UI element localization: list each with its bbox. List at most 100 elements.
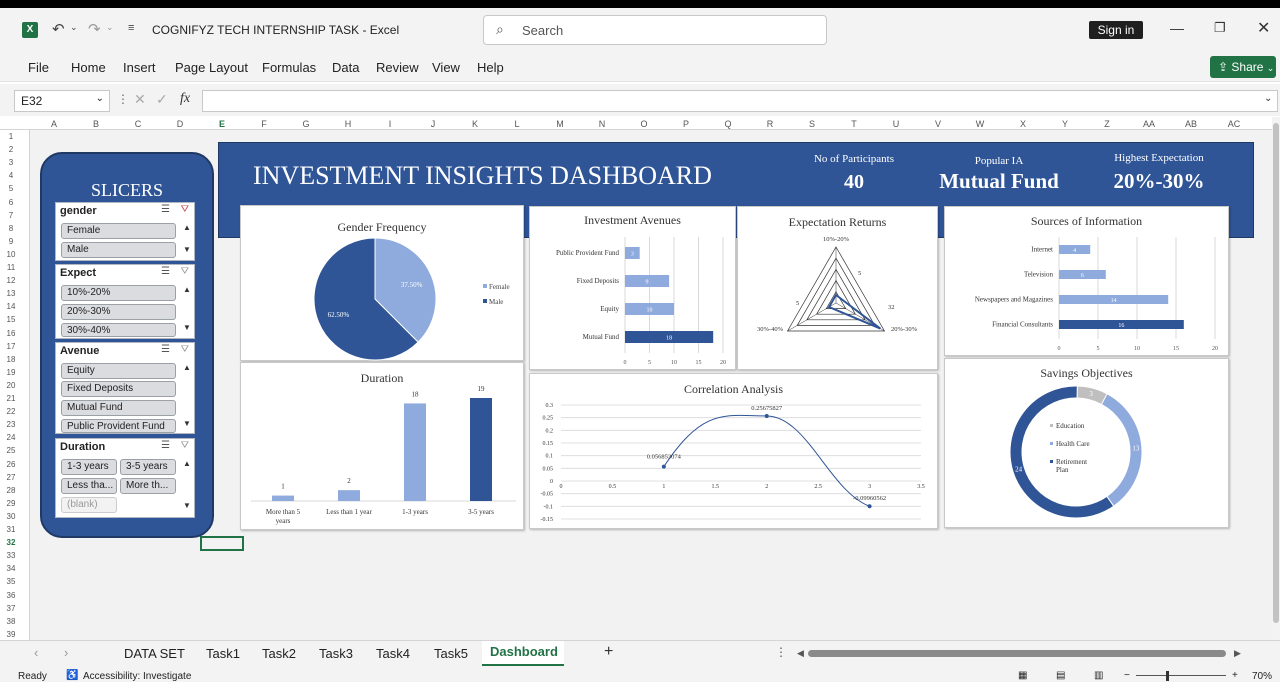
search-box[interactable]: ⌕ Search [483, 15, 827, 45]
menu-insert[interactable]: Insert [123, 60, 156, 75]
scroll-down-icon[interactable]: ▼ [182, 501, 192, 510]
insert-function-icon[interactable]: fx [180, 91, 190, 107]
undo-icon[interactable]: ↶ [52, 20, 65, 38]
row-header[interactable]: 9 [2, 237, 20, 246]
scroll-up-icon[interactable]: ▲ [182, 223, 192, 232]
menu-data[interactable]: Data [332, 60, 359, 75]
slicer-item-fixed-deposits[interactable]: Fixed Deposits [61, 381, 176, 397]
sources-of-information-chart[interactable]: Sources of Information 0 5 10 15 20 Internet 4… [944, 206, 1229, 356]
multi-select-icon[interactable]: ☰ [161, 344, 170, 355]
expand-formula-icon[interactable]: ⌄ [1264, 93, 1272, 104]
slicer-item-more-than[interactable]: More th... [120, 478, 176, 494]
row-header[interactable]: 39 [2, 630, 20, 639]
clear-filter-icon[interactable]: ⛛ [181, 266, 189, 277]
more-options-icon[interactable]: ⋮ [117, 92, 129, 106]
column-header[interactable]: A [44, 119, 64, 129]
row-header[interactable]: 25 [2, 446, 20, 455]
row-header[interactable]: 3 [2, 158, 20, 167]
row-header[interactable]: 24 [2, 433, 20, 442]
column-header[interactable]: Q [718, 119, 738, 129]
slicer-item-ppf[interactable]: Public Provident Fund [61, 419, 176, 433]
column-header[interactable]: U [886, 119, 906, 129]
next-sheet-icon[interactable]: › [64, 645, 68, 660]
tab-data-set[interactable]: DATA SET [124, 646, 185, 661]
confirm-entry-icon[interactable]: ✓ [156, 91, 168, 108]
zoom-slider[interactable] [1136, 675, 1226, 676]
row-header[interactable]: 32 [2, 538, 20, 547]
cancel-entry-icon[interactable]: ✕ [134, 91, 146, 108]
column-header[interactable]: O [634, 119, 654, 129]
clear-filter-icon[interactable]: ⛛ [181, 440, 189, 451]
column-header[interactable]: AA [1139, 119, 1159, 129]
tab-task3[interactable]: Task3 [319, 646, 353, 661]
formula-input[interactable] [202, 90, 1278, 112]
row-header[interactable]: 19 [2, 368, 20, 377]
scroll-down-icon[interactable]: ▼ [182, 419, 192, 428]
row-header[interactable]: 5 [2, 184, 20, 193]
correlation-analysis-chart[interactable]: Correlation Analysis 0.3 0.25 0.2 0.15 0.1 0.… [529, 373, 938, 529]
slicer-item-mutual-fund[interactable]: Mutual Fund [61, 400, 176, 416]
slicer-item-less-than[interactable]: Less tha... [61, 478, 117, 494]
restore-icon[interactable]: ❐ [1214, 20, 1226, 36]
row-header[interactable]: 37 [2, 604, 20, 613]
minimize-icon[interactable]: — [1170, 20, 1184, 36]
scroll-up-icon[interactable]: ▲ [182, 363, 192, 372]
name-box[interactable]: E32 ⌄ [14, 90, 110, 112]
row-header[interactable]: 10 [2, 250, 20, 259]
scroll-left-icon[interactable]: ◀ [797, 648, 804, 659]
row-header[interactable]: 26 [2, 460, 20, 469]
menu-home[interactable]: Home [71, 60, 106, 75]
column-header[interactable]: M [550, 119, 570, 129]
column-header[interactable]: T [844, 119, 864, 129]
tab-task4[interactable]: Task4 [376, 646, 410, 661]
menu-page-layout[interactable]: Page Layout [175, 60, 248, 75]
menu-file[interactable]: File [28, 60, 49, 75]
row-header[interactable]: 38 [2, 617, 20, 626]
tab-task2[interactable]: Task2 [262, 646, 296, 661]
slicer-item-equity[interactable]: Equity [61, 363, 176, 379]
slicer-item-female[interactable]: Female [61, 223, 176, 239]
menu-view[interactable]: View [432, 60, 460, 75]
accessibility-status[interactable]: Accessibility: Investigate [83, 671, 191, 682]
page-break-icon[interactable]: ▥ [1094, 670, 1103, 681]
expectation-returns-chart[interactable]: Expectation Returns 10%-20% 20%-30% 30%-40… [737, 206, 938, 370]
row-header[interactable]: 20 [2, 381, 20, 390]
tab-task1[interactable]: Task1 [206, 646, 240, 661]
scroll-up-icon[interactable]: ▲ [182, 285, 192, 294]
tab-options-icon[interactable]: ⋮ [775, 645, 787, 659]
selected-cell[interactable] [200, 536, 244, 551]
menu-help[interactable]: Help [477, 60, 504, 75]
row-header[interactable]: 21 [2, 394, 20, 403]
row-header[interactable]: 12 [2, 276, 20, 285]
customize-toolbar-icon[interactable]: ≡ [128, 22, 134, 34]
column-header[interactable]: N [592, 119, 612, 129]
row-header[interactable]: 18 [2, 355, 20, 364]
row-header[interactable]: 27 [2, 473, 20, 482]
column-header[interactable]: Z [1097, 119, 1117, 129]
savings-objectives-chart[interactable]: Savings Objectives 3 13 24 Education Health … [944, 358, 1229, 528]
clear-filter-icon[interactable]: ⛛ [181, 204, 189, 215]
row-header[interactable]: 28 [2, 486, 20, 495]
row-header[interactable]: 6 [2, 198, 20, 207]
column-header[interactable]: G [296, 119, 316, 129]
column-header[interactable]: Y [1055, 119, 1075, 129]
menu-formulas[interactable]: Formulas [262, 60, 316, 75]
column-header[interactable]: K [465, 119, 485, 129]
row-header[interactable]: 7 [2, 211, 20, 220]
slicer-item-blank[interactable]: (blank) [61, 497, 117, 513]
scroll-up-icon[interactable]: ▲ [182, 459, 192, 468]
vertical-scrollbar[interactable] [1272, 117, 1280, 640]
column-header[interactable]: I [380, 119, 400, 129]
row-header[interactable]: 8 [2, 224, 20, 233]
investment-avenues-chart[interactable]: Investment Avenues 0 5 10 15 20 Public Provid… [529, 206, 736, 370]
zoom-slider-thumb[interactable] [1166, 671, 1169, 681]
share-button[interactable]: ⇪ Share ⌄ [1210, 56, 1276, 78]
column-header[interactable]: R [760, 119, 780, 129]
vertical-scroll-thumb[interactable] [1273, 123, 1279, 623]
row-header[interactable]: 15 [2, 315, 20, 324]
column-header[interactable]: S [802, 119, 822, 129]
row-header[interactable]: 31 [2, 525, 20, 534]
horizontal-scroll-thumb[interactable] [808, 650, 1226, 657]
row-header[interactable]: 22 [2, 407, 20, 416]
row-header[interactable]: 14 [2, 302, 20, 311]
